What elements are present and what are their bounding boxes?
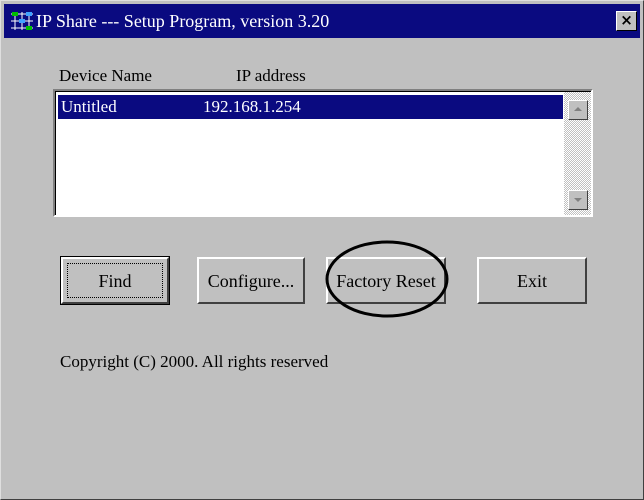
ip-address-cell: 192.168.1.254 <box>203 97 301 116</box>
configure-button[interactable]: Configure... <box>197 257 305 304</box>
device-list[interactable]: Untitled 192.168.1.254 <box>53 89 593 217</box>
exit-button-label: Exit <box>517 270 547 291</box>
network-grid-icon <box>9 10 35 32</box>
find-button[interactable]: Find <box>60 256 170 305</box>
window-title: IP Share --- Setup Program, version 3.20 <box>36 11 330 31</box>
column-header-device-name: Device Name <box>59 66 152 85</box>
copyright-text: Copyright (C) 2000. All rights reserved <box>60 352 329 371</box>
vertical-scrollbar[interactable] <box>564 92 591 215</box>
configure-button-label: Configure... <box>207 270 295 291</box>
device-name-cell: Untitled <box>61 97 117 116</box>
scroll-up-button[interactable] <box>568 100 588 120</box>
exit-button[interactable]: Exit <box>477 257 587 304</box>
factory-reset-button-label: Factory Reset <box>336 270 436 291</box>
title-bar[interactable]: IP Share --- Setup Program, version 3.20… <box>4 4 640 38</box>
list-item[interactable]: Untitled 192.168.1.254 <box>58 95 563 119</box>
close-button[interactable]: × <box>616 11 637 31</box>
close-icon: × <box>620 11 633 29</box>
scroll-down-arrow-icon <box>574 198 582 202</box>
focus-rectangle <box>67 263 163 298</box>
factory-reset-button[interactable]: Factory Reset <box>326 257 446 304</box>
column-header-ip-address: IP address <box>236 66 306 85</box>
setup-window: IP Share --- Setup Program, version 3.20… <box>0 0 644 500</box>
scroll-down-button[interactable] <box>568 190 588 210</box>
scroll-up-arrow-icon <box>574 107 582 111</box>
